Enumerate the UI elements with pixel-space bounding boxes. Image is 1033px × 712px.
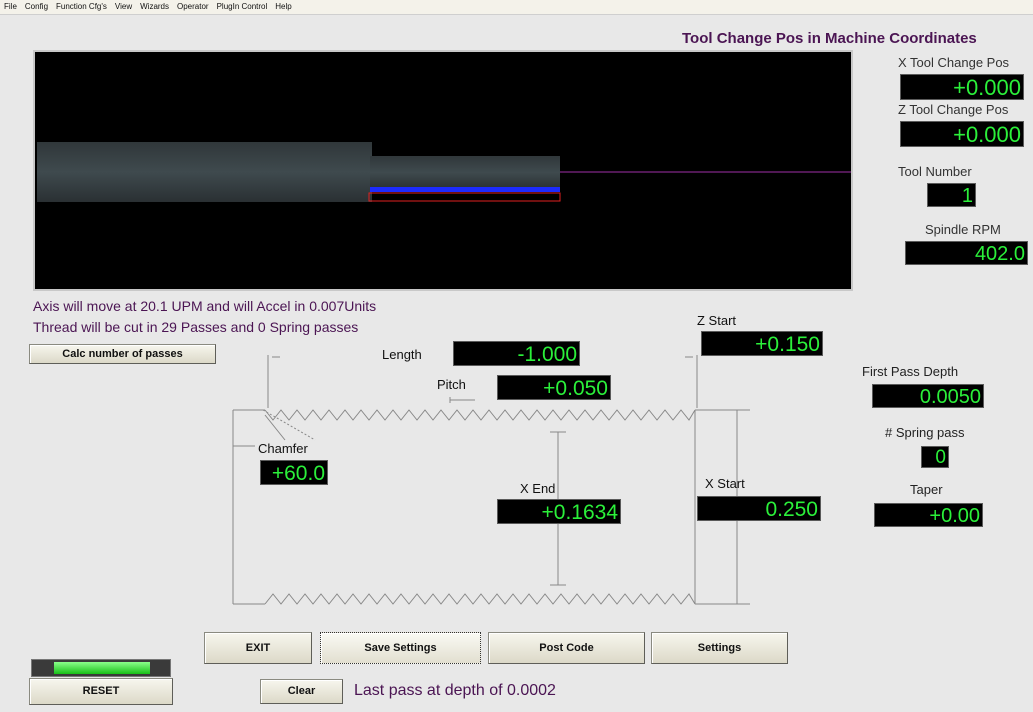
menu-file[interactable]: File [0,0,21,14]
first-pass-depth-label: First Pass Depth [862,364,959,379]
x-start-label: X Start [705,476,745,491]
reset-led-frame [31,659,171,677]
settings-button[interactable]: Settings [651,632,788,664]
pitch-dro[interactable]: +0.050 [497,375,611,400]
z-tool-change-dro[interactable]: +0.000 [900,121,1024,147]
spindle-rpm-dro[interactable]: 402.0 [905,241,1028,265]
thread-bottom [264,593,696,605]
menu-function-cfgs[interactable]: Function Cfg's [52,0,111,14]
length-label: Length [382,347,422,362]
spring-pass-dro[interactable]: 0 [921,446,949,468]
tool-number-label: Tool Number [898,164,972,179]
axis-info-text: Axis will move at 20.1 UPM and will Acce… [33,298,377,314]
menu-config[interactable]: Config [21,0,52,14]
x-start-dro[interactable]: 0.250 [697,496,821,521]
toolpath-graphic [37,142,851,202]
clear-button[interactable]: Clear [260,679,343,704]
menu-bar: File Config Function Cfg's View Wizards Opera… [0,0,1033,15]
blue-toolpath [370,187,560,192]
save-settings-button[interactable]: Save Settings [320,632,481,664]
taper-label: Taper [910,482,943,497]
toolpath-viewport[interactable] [33,50,853,291]
menu-wizards[interactable]: Wizards [136,0,173,14]
thread-top [264,409,696,421]
menu-plugin-control[interactable]: PlugIn Control [213,0,272,14]
taper-dro[interactable]: +0.00 [874,503,983,527]
calc-passes-button[interactable]: Calc number of passes [29,344,216,364]
passes-info-text: Thread will be cut in 29 Passes and 0 Sp… [33,319,359,335]
first-pass-depth-dro[interactable]: 0.0050 [872,384,984,408]
stock-body [37,142,372,202]
reset-button[interactable]: RESET [29,678,173,705]
z-start-dro[interactable]: +0.150 [701,331,823,356]
menu-operator[interactable]: Operator [173,0,213,14]
tool-number-dro[interactable]: 1 [927,183,976,207]
chamfer-label: Chamfer [258,441,308,456]
z-start-label: Z Start [697,313,737,328]
x-end-dro[interactable]: +0.1634 [497,499,621,524]
spindle-rpm-label: Spindle RPM [925,222,1001,237]
exit-button[interactable]: EXIT [204,632,312,664]
x-end-label: X End [520,481,556,496]
red-outline [368,192,561,202]
menu-view[interactable]: View [111,0,136,14]
last-pass-status: Last pass at depth of 0.0002 [354,682,556,699]
x-tool-change-dro[interactable]: +0.000 [900,74,1024,100]
z-tool-change-label: Z Tool Change Pos [898,102,1009,117]
reset-led [54,662,150,674]
pitch-label: Pitch [437,377,466,392]
length-dro[interactable]: -1.000 [453,341,580,366]
spring-pass-label: # Spring pass [885,425,965,440]
menu-help[interactable]: Help [271,0,295,14]
x-tool-change-label: X Tool Change Pos [898,55,1010,70]
post-code-button[interactable]: Post Code [488,632,645,664]
chamfer-dro[interactable]: +60.0 [260,460,328,485]
tool-change-title: Tool Change Pos in Machine Coordinates [682,30,977,47]
thread-section [370,156,560,189]
